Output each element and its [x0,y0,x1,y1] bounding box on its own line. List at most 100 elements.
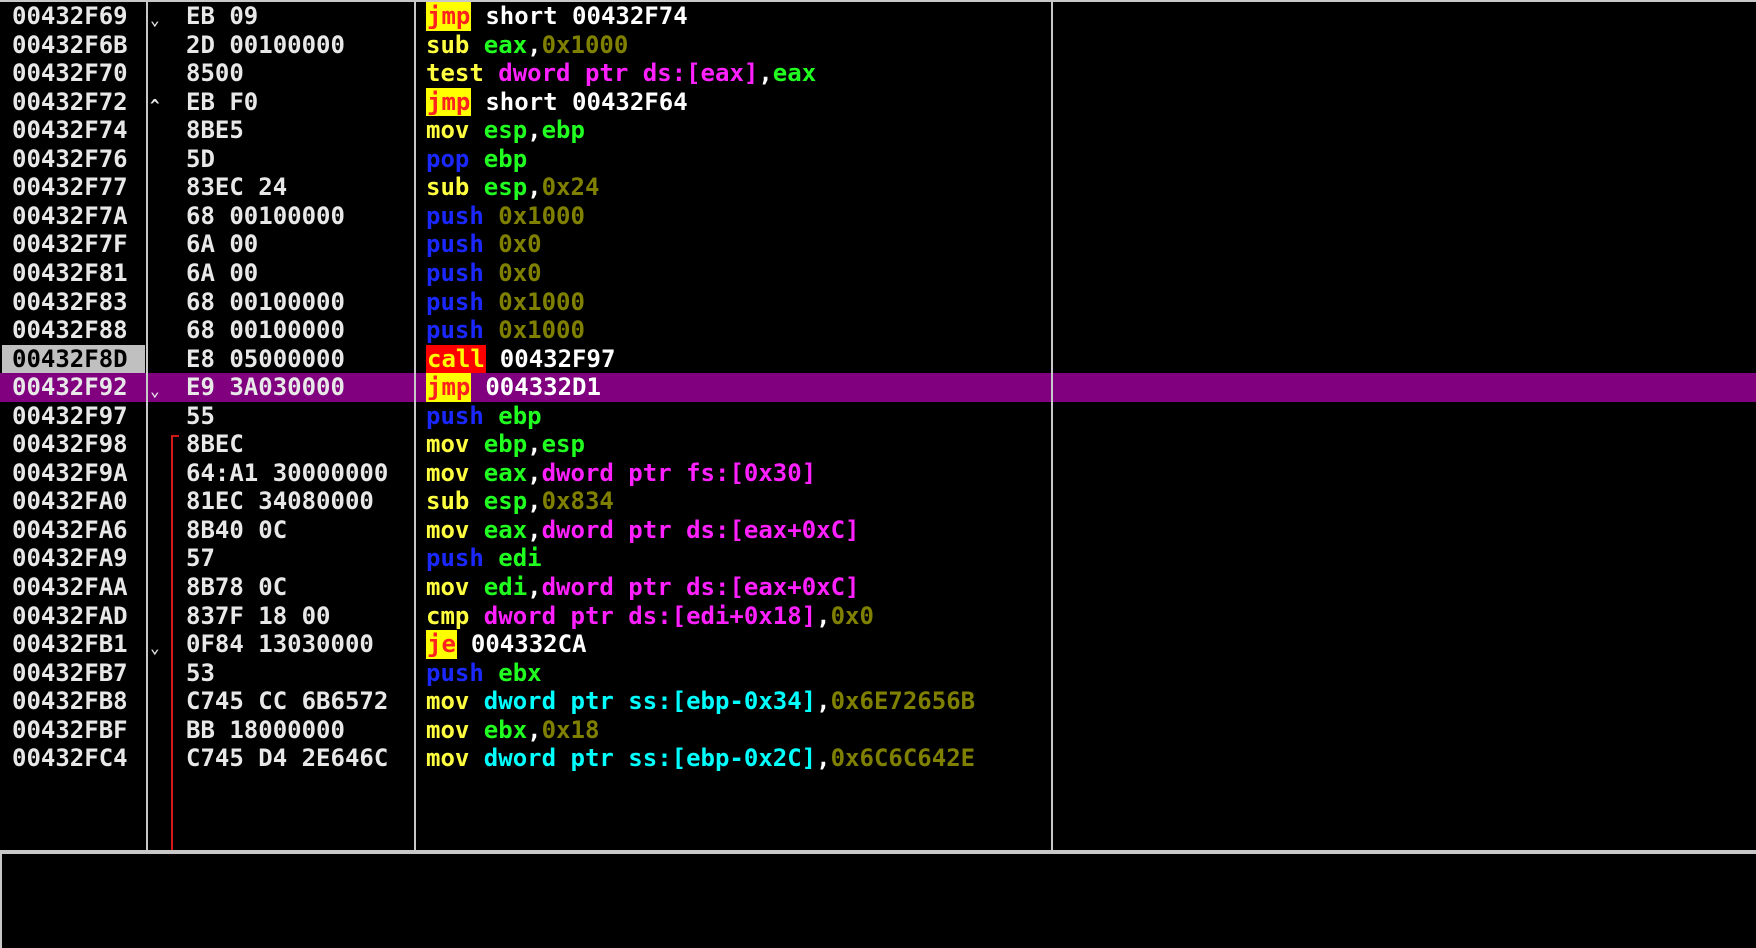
row-address[interactable]: 00432FAD [12,602,142,631]
row-address[interactable]: 00432F92 [12,373,142,402]
row-address[interactable]: 00432F7F [12,230,142,259]
row-instruction[interactable]: push edi [426,544,1052,573]
row-hex-bytes[interactable]: 2D 00100000 [186,31,414,60]
instruction-column-divider[interactable] [1051,0,1053,852]
disasm-row[interactable]: 00432FA6 8B40 0C mov eax,dword ptr ds:[eax… [0,516,1756,545]
row-hex-bytes[interactable]: 55 [186,402,414,431]
hex-column-divider[interactable] [414,0,416,852]
row-address[interactable]: 00432F74 [12,116,142,145]
row-hex-bytes[interactable]: 5D [186,145,414,174]
row-hex-bytes[interactable]: 8B40 0C [186,516,414,545]
row-hex-bytes[interactable]: 57 [186,544,414,573]
row-hex-bytes[interactable]: 68 00100000 [186,288,414,317]
disasm-row[interactable]: 00432F72 ^ EB F0 jmp short 00432F64 [0,87,1756,117]
disasm-row[interactable]: 00432F9A 64:A1 30000000 mov eax,dword ptr … [0,459,1756,488]
row-address[interactable]: 00432FA9 [12,544,142,573]
disasm-row[interactable]: 00432F6B 2D 00100000 sub eax,0x1000 [0,31,1756,60]
row-address[interactable]: 00432FA0 [12,487,142,516]
row-instruction[interactable]: mov edi,dword ptr ds:[eax+0xC] [426,573,1052,602]
row-instruction[interactable]: mov ebx,0x18 [426,716,1052,745]
row-instruction[interactable]: push 0x0 [426,259,1052,288]
row-hex-bytes[interactable]: 8BE5 [186,116,414,145]
row-address[interactable]: 00432F9A [12,459,142,488]
row-instruction[interactable]: call 00432F97 [426,344,1052,374]
disasm-row[interactable]: 00432FBF BB 18000000 mov ebx,0x18 [0,716,1756,745]
disasm-row[interactable]: 00432FAD 837F 18 00 cmp dword ptr ds:[edi+… [0,602,1756,631]
row-hex-bytes[interactable]: 68 00100000 [186,202,414,231]
row-hex-bytes[interactable]: BB 18000000 [186,716,414,745]
row-hex-bytes[interactable]: E9 3A030000 [186,373,414,402]
row-instruction[interactable]: push 0x1000 [426,288,1052,317]
row-address[interactable]: 00432FA6 [12,516,142,545]
row-instruction[interactable]: test dword ptr ds:[eax],eax [426,59,1052,88]
row-address[interactable]: 00432F97 [12,402,142,431]
row-address[interactable]: 00432FB8 [12,687,142,716]
disasm-row[interactable]: 00432F92 ⌄ E9 3A030000 jmp 004332D1 [0,373,1756,402]
row-address[interactable]: 00432F72 [12,88,142,117]
row-instruction[interactable]: sub eax,0x1000 [426,31,1052,60]
row-address[interactable]: 00432F7A [12,202,142,231]
disasm-row[interactable]: 00432F98 8BEC mov ebp,esp [0,430,1756,459]
disasm-row[interactable]: 00432F77 83EC 24 sub esp,0x24 [0,173,1756,202]
address-column-divider[interactable] [146,0,148,852]
row-hex-bytes[interactable]: 8BEC [186,430,414,459]
row-hex-bytes[interactable]: 64:A1 30000000 [186,459,414,488]
disasm-row[interactable]: 00432FA9 57 push edi [0,544,1756,573]
row-hex-bytes[interactable]: 83EC 24 [186,173,414,202]
row-address[interactable]: 00432F76 [12,145,142,174]
row-instruction[interactable]: jmp 004332D1 [426,373,1052,402]
row-instruction[interactable]: sub esp,0x834 [426,487,1052,516]
row-address[interactable]: 00432F83 [12,288,142,317]
disasm-row[interactable]: 00432F83 68 00100000 push 0x1000 [0,288,1756,317]
row-instruction[interactable]: push 0x0 [426,230,1052,259]
row-instruction[interactable]: mov dword ptr ss:[ebp-0x2C],0x6C6C642E [426,744,1052,773]
row-hex-bytes[interactable]: C745 D4 2E646C [186,744,414,773]
row-instruction[interactable]: mov ebp,esp [426,430,1052,459]
row-hex-bytes[interactable]: 0F84 13030000 [186,630,414,659]
row-instruction[interactable]: mov esp,ebp [426,116,1052,145]
row-hex-bytes[interactable]: 68 00100000 [186,316,414,345]
disasm-row[interactable]: 00432FA0 81EC 34080000 sub esp,0x834 [0,487,1756,516]
disasm-row[interactable]: 00432FAA 8B78 0C mov edi,dword ptr ds:[eax… [0,573,1756,602]
row-address[interactable]: 00432F70 [12,59,142,88]
disasm-row[interactable]: 00432F74 8BE5 mov esp,ebp [0,116,1756,145]
row-address[interactable]: 00432FBF [12,716,142,745]
row-hex-bytes[interactable]: EB 09 [186,2,414,31]
disasm-row[interactable]: 00432F70 8500 test dword ptr ds:[eax],eax [0,59,1756,88]
row-address[interactable]: 00432F6B [12,31,142,60]
row-address[interactable]: 00432F98 [12,430,142,459]
row-instruction[interactable]: pop ebp [426,145,1052,174]
row-instruction[interactable]: push 0x1000 [426,202,1052,231]
disasm-row[interactable]: 00432FC4 C745 D4 2E646C mov dword ptr ss:[… [0,744,1756,773]
row-address[interactable]: 00432F81 [12,259,142,288]
row-hex-bytes[interactable]: 837F 18 00 [186,602,414,631]
row-hex-bytes[interactable]: 6A 00 [186,230,414,259]
row-address[interactable]: 00432FB1 [12,630,142,659]
row-instruction[interactable]: mov eax,dword ptr ds:[eax+0xC] [426,516,1052,545]
row-hex-bytes[interactable]: C745 CC 6B6572 [186,687,414,716]
disasm-row[interactable]: 00432FB8 C745 CC 6B6572 mov dword ptr ss:[… [0,687,1756,716]
disasm-row[interactable]: 00432F8D E8 05000000 call 00432F97 [0,344,1756,374]
disasm-row[interactable]: 00432F81 6A 00 push 0x0 [0,259,1756,288]
row-instruction[interactable]: jmp short 00432F74 [426,2,1052,31]
row-hex-bytes[interactable]: 8B78 0C [186,573,414,602]
row-hex-bytes[interactable]: EB F0 [186,88,414,117]
row-address[interactable]: 00432F8D [2,344,145,374]
row-instruction[interactable]: jmp short 00432F64 [426,87,1052,117]
disasm-row[interactable]: 00432F7A 68 00100000 push 0x1000 [0,202,1756,231]
row-instruction[interactable]: sub esp,0x24 [426,173,1052,202]
row-instruction[interactable]: je 004332CA [426,630,1052,659]
row-hex-bytes[interactable]: 81EC 34080000 [186,487,414,516]
row-address[interactable]: 00432FC4 [12,744,142,773]
row-address[interactable]: 00432F77 [12,173,142,202]
row-hex-bytes[interactable]: 53 [186,659,414,688]
disasm-row[interactable]: 00432F88 68 00100000 push 0x1000 [0,316,1756,345]
row-hex-bytes[interactable]: 6A 00 [186,259,414,288]
disasm-row[interactable]: 00432FB1 ⌄ 0F84 13030000 je 004332CA [0,630,1756,659]
disassembly-pane[interactable]: 00432F69 ⌄ EB 09 jmp short 00432F74 00432F6B 2… [0,0,1756,852]
disasm-row[interactable]: 00432F76 5D pop ebp [0,145,1756,174]
row-instruction[interactable]: push ebx [426,659,1052,688]
row-hex-bytes[interactable]: 8500 [186,59,414,88]
row-instruction[interactable]: push 0x1000 [426,316,1052,345]
row-instruction[interactable]: push ebp [426,402,1052,431]
